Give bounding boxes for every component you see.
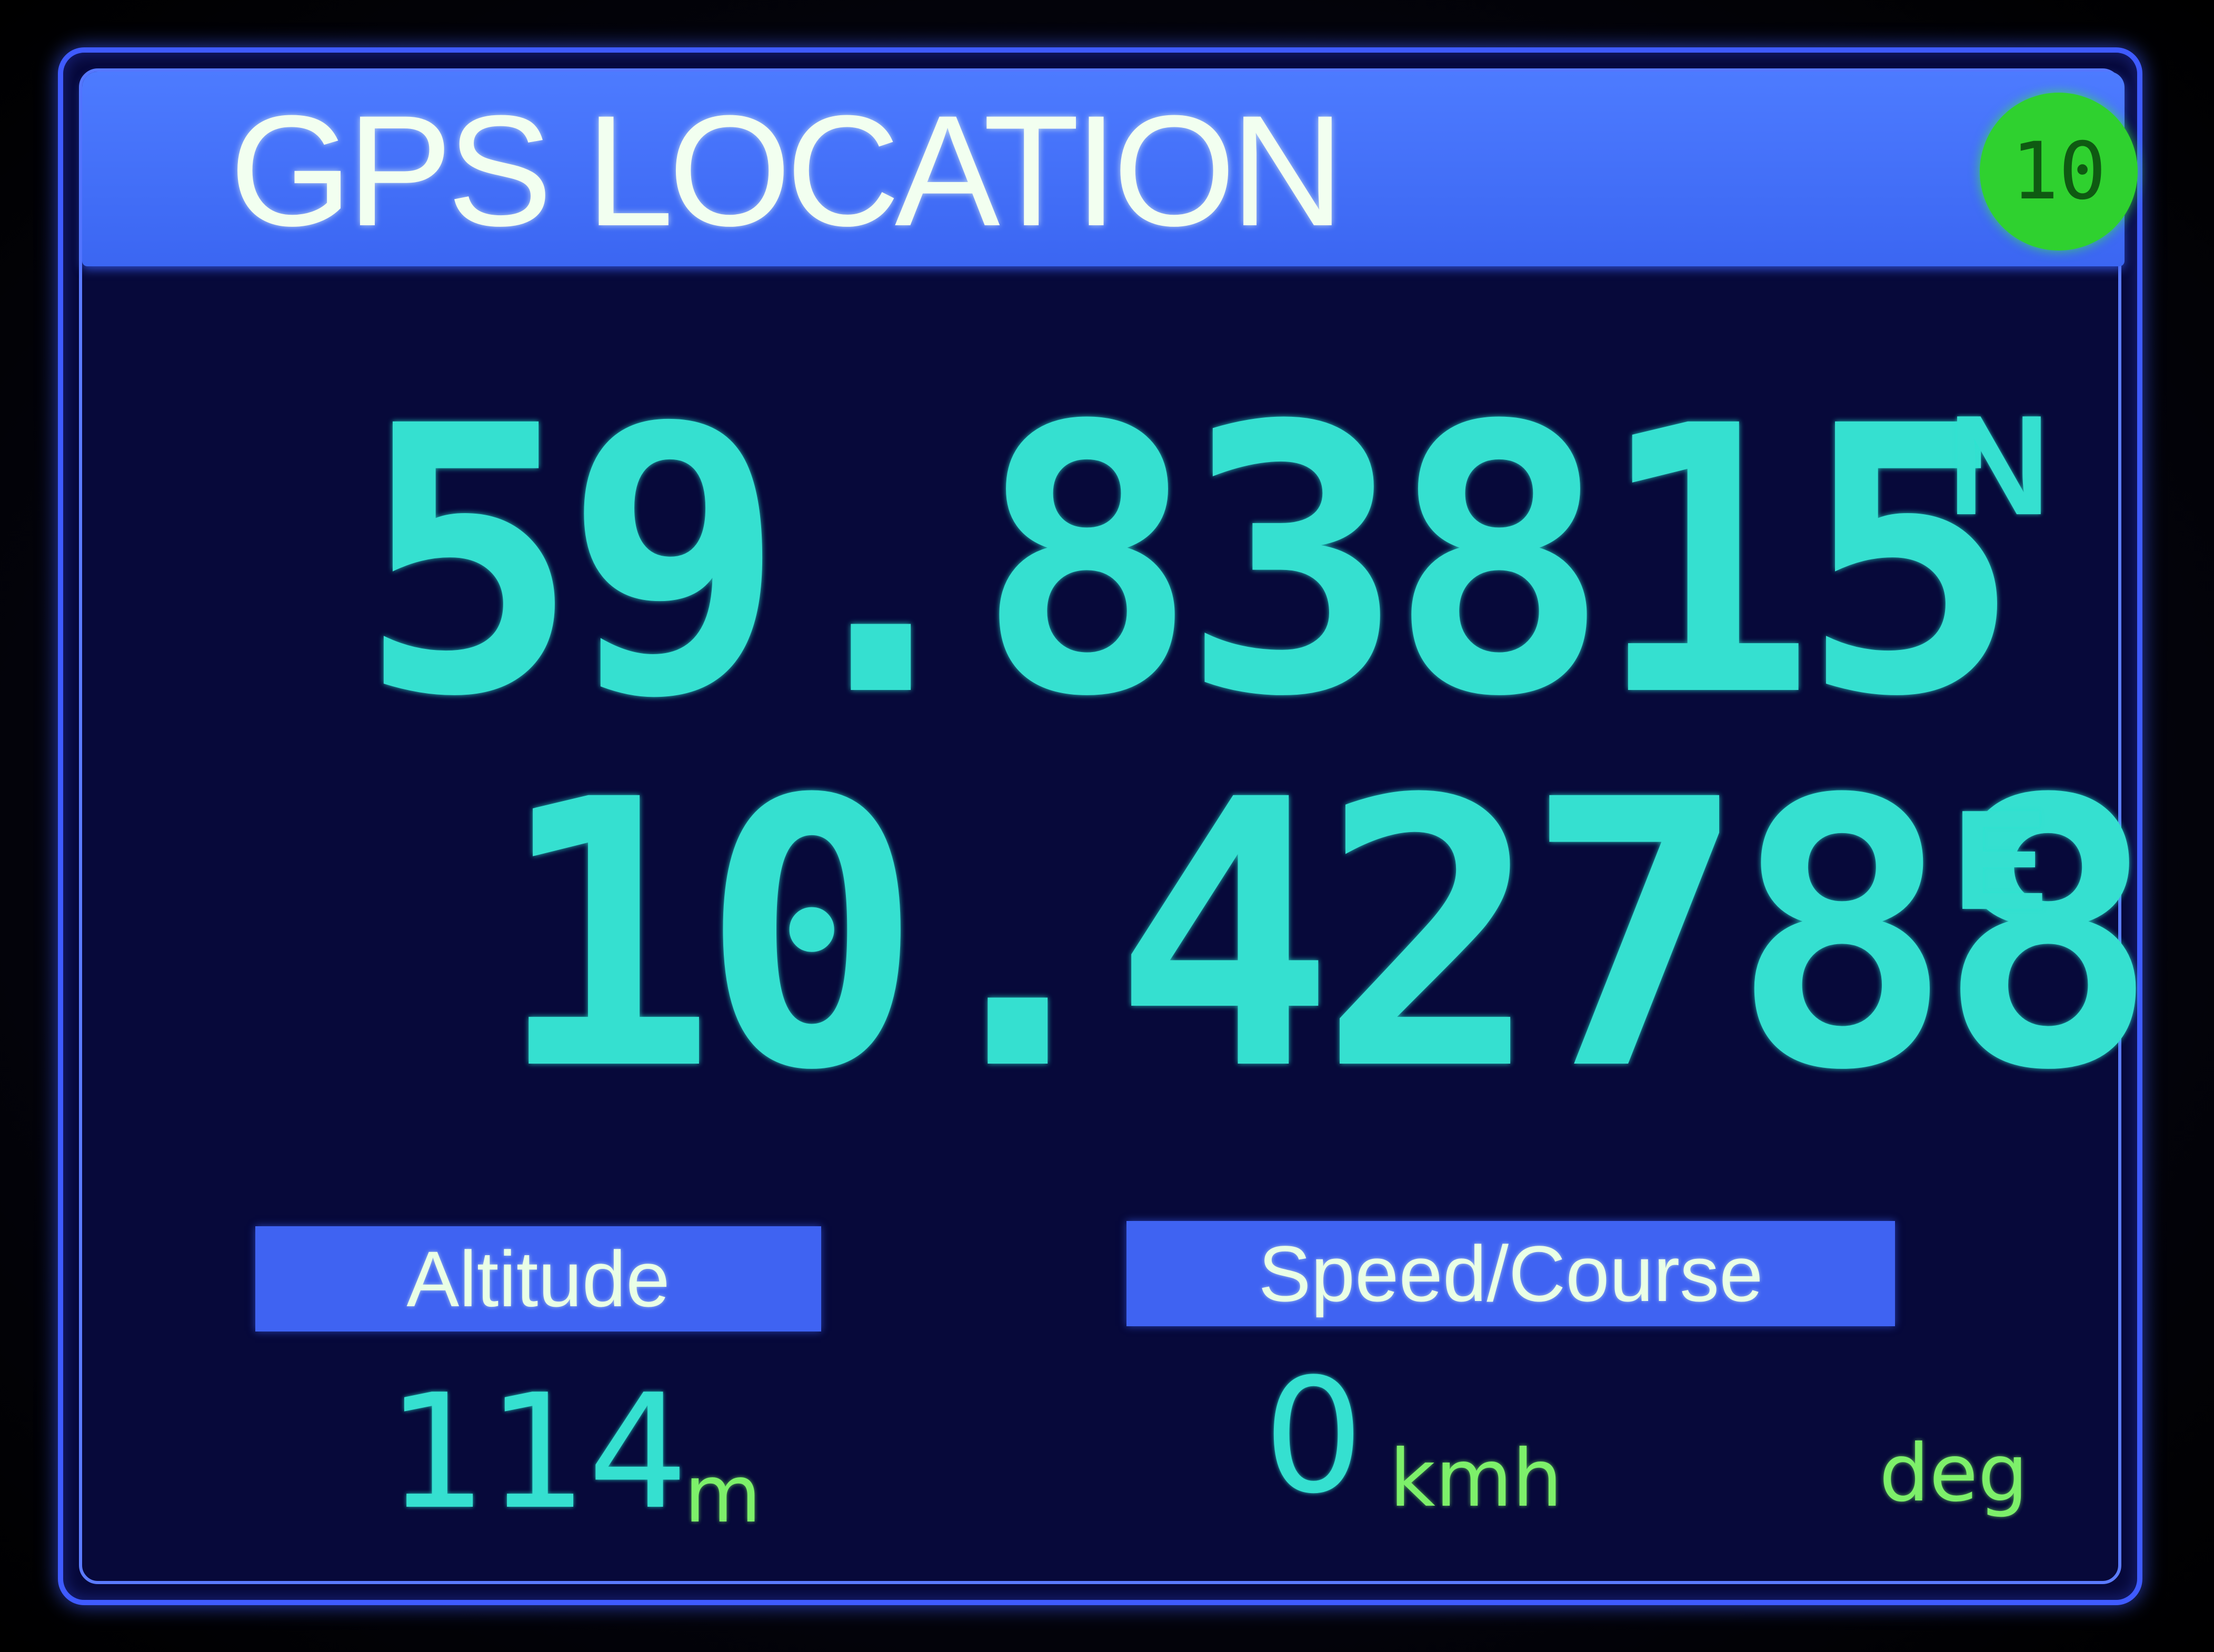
longitude-hemisphere: E xyxy=(1953,781,2048,939)
speed-unit: kmh xyxy=(1390,1433,1563,1525)
satellite-count: 10 xyxy=(2011,126,2107,217)
altitude-value: 114 xyxy=(387,1360,689,1544)
satellite-count-badge: 10 xyxy=(1980,93,2138,251)
altitude-label: Altitude xyxy=(406,1235,670,1323)
course-unit: deg xyxy=(1879,1428,2028,1519)
speed-course-label: Speed/Course xyxy=(1258,1229,1763,1318)
page-title: GPS LOCATION xyxy=(230,82,1344,259)
longitude-value: 10.42788 xyxy=(495,722,2159,1151)
title-bar: GPS LOCATION 10 xyxy=(82,72,2138,266)
latitude-value: 59.83815 xyxy=(358,348,2022,777)
speed-value: 0 xyxy=(1263,1345,1364,1528)
altitude-unit: m xyxy=(684,1449,762,1540)
speed-course-label-box: Speed/Course xyxy=(1126,1221,1895,1326)
gps-screen: GPS LOCATION 10 59.83815 N 10.42788 E Al… xyxy=(58,47,2159,1605)
latitude-hemisphere: N xyxy=(1948,386,2050,545)
altitude-label-box: Altitude xyxy=(255,1226,821,1331)
